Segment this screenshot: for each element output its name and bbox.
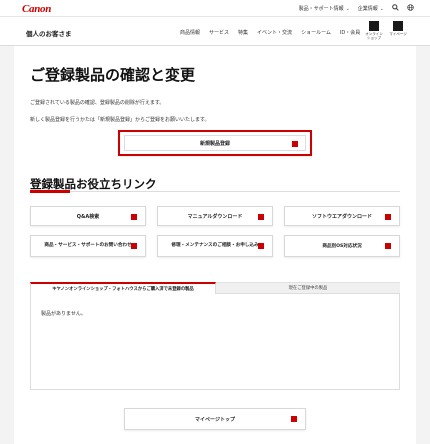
section-divider (30, 191, 400, 192)
repair-button[interactable]: 修理・メンテナンスのご相談・お申し込み (157, 235, 273, 257)
manual-download-label: マニュアルダウンロード (187, 213, 243, 220)
canon-logo[interactable]: Canon (22, 3, 51, 15)
top-link-corporate-label: 企業情報 (357, 6, 378, 12)
product-tabs: キヤノンオンラインショップ・フォトハウスからご購入済で未登録の製品 現在ご登録中… (30, 282, 400, 294)
chevron-down-icon: ⌄ (345, 5, 350, 12)
nav-item-services[interactable]: サービス (209, 29, 229, 36)
search-icon[interactable] (392, 4, 399, 13)
mypage-top-button[interactable]: マイページトップ (124, 408, 306, 430)
contact-button[interactable]: 商品・サービス・サポートのお問い合わせ (30, 235, 146, 257)
tab-purchased-unregistered-label: キヤノンオンラインショップ・フォトハウスからご購入済で未登録の製品 (52, 287, 194, 292)
nav-item-id[interactable]: ID・会員 (340, 29, 360, 36)
page-description-2: 新しく製品登録を行うかたは「新規製品登録」からご登録をお願いいたします。 (30, 117, 210, 123)
nav-item-products[interactable]: 商品情報 (180, 29, 200, 36)
tab-panel: 製品がありません。 (30, 294, 400, 390)
top-link-products[interactable]: 製品・サポート情報 ⌄ (298, 5, 350, 13)
nav-item-showroom[interactable]: ショールーム (301, 29, 331, 36)
mypage-top-label: マイページトップ (195, 416, 235, 423)
top-link-corporate[interactable]: 企業情報 ⌄ (357, 5, 384, 13)
qa-search-button[interactable]: Q&A検索 (30, 206, 146, 226)
tab-purchased-unregistered[interactable]: キヤノンオンラインショップ・フォトハウスからご購入済で未登録の製品 (30, 282, 216, 294)
manual-download-button[interactable]: マニュアルダウンロード (157, 206, 273, 226)
os-compat-button[interactable]: 商品別OS対応状況 (284, 235, 400, 257)
empty-message: 製品がありません。 (41, 311, 86, 317)
mypage-icon (393, 21, 403, 31)
nav-mypage[interactable]: マイページ (384, 21, 412, 37)
red-square-icon (258, 243, 264, 249)
top-link-products-label: 製品・サポート情報 (298, 6, 344, 12)
new-registration-inner: 新規製品登録 (124, 135, 306, 151)
software-download-label: ソフトウエアダウンロード (311, 213, 372, 220)
nav-items: 商品情報 サービス 特集 イベント・交流 ショールーム ID・会員 (180, 29, 360, 36)
tab-registered-label: 現在ご登録中の製品 (288, 286, 328, 291)
red-square-icon (292, 141, 298, 147)
software-download-button[interactable]: ソフトウエアダウンロード (284, 206, 400, 226)
nav-title[interactable]: 個人のお客さま (26, 28, 72, 38)
new-registration-label: 新規製品登録 (199, 140, 230, 147)
main-content: ご登録製品の確認と変更 ご登録されている製品の確認、登録製品の削除が行えます。 … (14, 46, 416, 444)
contact-label: 商品・サービス・サポートのお問い合わせ (44, 243, 132, 248)
top-bar: Canon 製品・サポート情報 ⌄ 企業情報 ⌄ (0, 0, 430, 16)
section-accent-bar (30, 190, 70, 193)
red-square-icon (385, 214, 391, 220)
page-title: ご登録製品の確認と変更 (30, 66, 196, 84)
page-description-1: ご登録されている製品の確認、登録製品の削除が行えます。 (30, 100, 165, 106)
chevron-down-icon: ⌄ (379, 5, 384, 12)
repair-label: 修理・メンテナンスのご相談・お申し込み (171, 243, 259, 248)
tab-registered[interactable]: 現在ご登録中の製品 (216, 282, 400, 294)
new-registration-button[interactable]: 新規製品登録 (118, 130, 312, 156)
red-square-icon (131, 214, 137, 220)
nav-item-features[interactable]: 特集 (238, 29, 248, 36)
os-compat-label: 商品別OS対応状況 (322, 244, 362, 249)
qa-search-label: Q&A検索 (76, 213, 100, 220)
red-square-icon (291, 416, 297, 422)
nav-item-events[interactable]: イベント・交流 (257, 29, 292, 36)
online-shop-icon (369, 21, 379, 31)
red-square-icon (385, 243, 391, 249)
main-nav: 個人のお客さま 商品情報 サービス 特集 イベント・交流 ショールーム ID・会… (0, 16, 430, 46)
red-square-icon (131, 243, 137, 249)
red-square-icon (258, 214, 264, 220)
top-links: 製品・サポート情報 ⌄ 企業情報 ⌄ (299, 4, 414, 13)
globe-icon[interactable] (407, 4, 414, 13)
mypage-label: マイページ (389, 32, 407, 36)
